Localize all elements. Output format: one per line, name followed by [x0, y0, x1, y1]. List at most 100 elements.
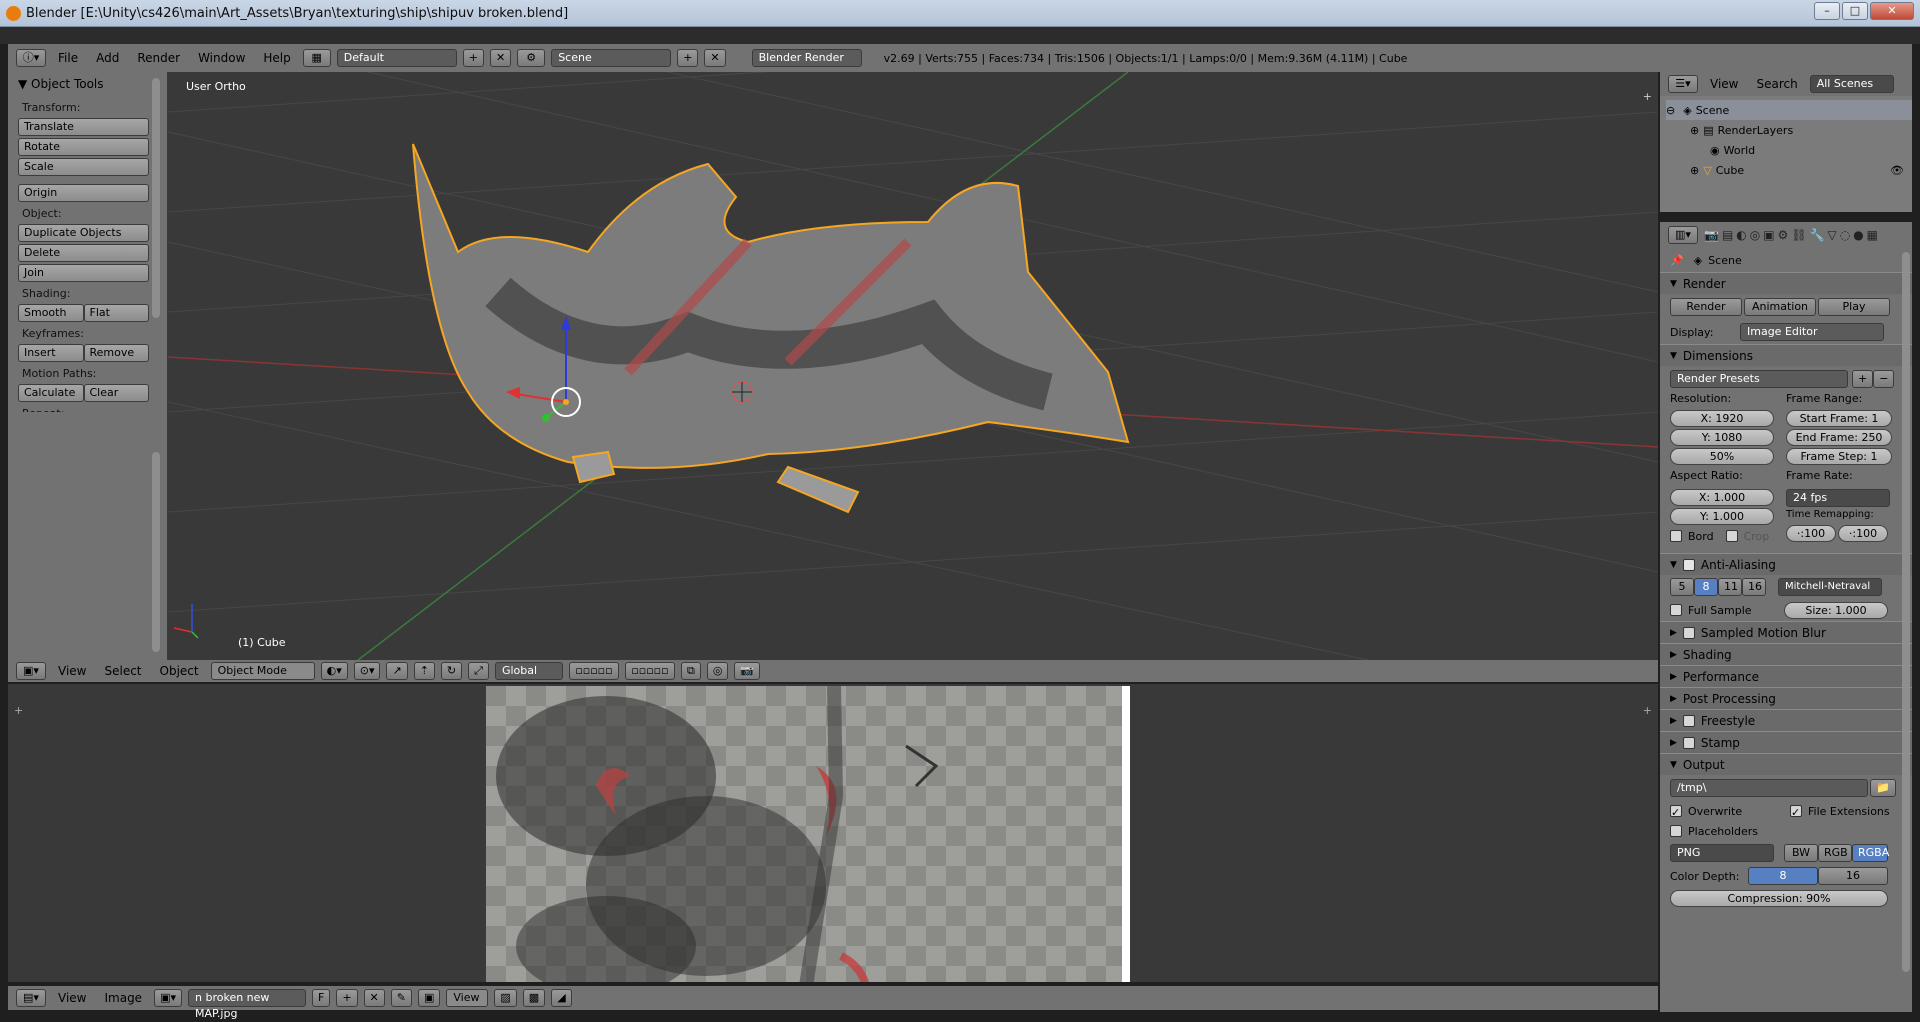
region-plus-icon[interactable]: + — [1643, 90, 1652, 103]
view3d-menu-select[interactable]: Select — [98, 664, 147, 678]
post-processing-panel-header[interactable]: ▶ Post Processing — [1660, 687, 1912, 709]
aa-samples-16[interactable]: 16 — [1742, 578, 1766, 596]
image-menu-image[interactable]: Image — [98, 991, 148, 1005]
editor-type-3d-icon[interactable]: ▣▾ — [16, 662, 46, 680]
crop-checkbox[interactable] — [1725, 530, 1738, 542]
output-panel-header[interactable]: ▼ Output — [1660, 753, 1912, 775]
alpha-icon[interactable]: ▩ — [522, 989, 546, 1007]
render-camera-icon[interactable]: 📷 — [734, 662, 761, 680]
image-menu-view[interactable]: View — [52, 991, 92, 1005]
properties-scrollbar[interactable] — [1902, 252, 1910, 972]
browse-image-icon[interactable]: ▣▾ — [154, 989, 182, 1007]
insert-keyframe-button[interactable]: Insert — [18, 344, 84, 362]
outliner-item-cube[interactable]: ⊕ ▽ Cube 👁 — [1666, 160, 1912, 180]
motion-blur-checkbox[interactable] — [1682, 626, 1695, 639]
animation-button[interactable]: Animation — [1744, 298, 1816, 316]
origin-button[interactable]: Origin — [18, 184, 149, 202]
maximize-button[interactable]: □ — [1842, 2, 1868, 20]
snap-icon[interactable]: ⧉ — [680, 662, 701, 680]
editor-type-outliner-icon[interactable]: ☰▾ — [1668, 75, 1698, 93]
aa-size-field[interactable]: Size: 1.000 — [1784, 601, 1888, 619]
menu-render[interactable]: Render — [131, 51, 186, 65]
compression-slider[interactable]: Compression: 90% — [1670, 889, 1888, 907]
frame-rate-select[interactable]: 24 fps — [1786, 489, 1890, 507]
placeholders-checkbox[interactable] — [1670, 825, 1682, 837]
3d-viewport[interactable]: User Ortho (1) Cube + — [168, 72, 1658, 660]
resolution-y-field[interactable]: Y: 1080 — [1670, 429, 1774, 446]
rotate-button[interactable]: Rotate — [18, 138, 149, 156]
unlink-image-icon[interactable]: ✕ — [363, 989, 385, 1007]
curve-icon[interactable]: ◢ — [551, 989, 572, 1007]
browse-folder-icon[interactable]: 📁 — [1870, 779, 1896, 797]
image-editor[interactable]: + + — [8, 684, 1658, 982]
file-extensions-checkbox[interactable]: ✓ — [1790, 805, 1802, 819]
full-sample-checkbox[interactable] — [1670, 604, 1682, 616]
image-name-field[interactable]: n broken new MAP.jpg — [188, 989, 306, 1020]
layers-grid-2-icon[interactable]: ▫▫▫▫▫ — [624, 662, 675, 680]
sampled-motion-blur-panel-header[interactable]: ▶ Sampled Motion Blur — [1660, 621, 1912, 643]
clear-button[interactable]: Clear — [83, 384, 149, 402]
smooth-button[interactable]: Smooth — [18, 304, 84, 322]
view3d-menu-object[interactable]: Object — [154, 664, 205, 678]
remove-scene-icon[interactable]: ✕ — [704, 49, 726, 67]
flat-button[interactable]: Flat — [83, 304, 149, 322]
editor-type-image-icon[interactable]: ▤▾ — [16, 989, 46, 1007]
dimensions-panel-header[interactable]: ▼ Dimensions — [1660, 344, 1912, 366]
new-image-icon[interactable]: + — [336, 989, 358, 1007]
layers-grid-1-icon[interactable]: ▫▫▫▫▫ — [568, 662, 619, 680]
scene-icon[interactable]: ⚙ — [517, 49, 546, 67]
scale-button[interactable]: Scale — [18, 158, 149, 176]
add-layout-icon[interactable]: + — [462, 49, 484, 67]
display-select[interactable]: Image Editor — [1740, 323, 1884, 341]
uv-region-plus-right-icon[interactable]: + — [1643, 704, 1652, 717]
render-engine-select[interactable]: Blender Render — [751, 49, 862, 67]
remove-keyframe-button[interactable]: Remove — [83, 344, 149, 362]
frame-step-field[interactable]: Frame Step: 1 — [1786, 448, 1892, 465]
view-mode-select[interactable]: View — [446, 989, 489, 1007]
color-bw-button[interactable]: BW — [1784, 844, 1818, 862]
image-mode-icon[interactable]: ▣ — [417, 989, 441, 1007]
shading-panel-header[interactable]: ▶ Shading — [1660, 643, 1912, 665]
menu-window[interactable]: Window — [192, 51, 251, 65]
fake-user-button[interactable]: F — [312, 989, 331, 1007]
pin-image-icon[interactable]: ✎ — [390, 989, 412, 1007]
color-rgba-button[interactable]: RGBA — [1852, 844, 1889, 862]
resolution-x-field[interactable]: X: 1920 — [1670, 410, 1774, 427]
editor-type-properties-icon[interactable]: ▥▾ — [1668, 226, 1698, 244]
render-presets-select[interactable]: Render Presets — [1670, 370, 1848, 388]
aa-samples-5[interactable]: 5 — [1670, 578, 1694, 596]
play-button[interactable]: Play — [1818, 298, 1890, 316]
transform-orientation-select[interactable]: Global — [494, 662, 563, 680]
output-path-field[interactable]: /tmp\ — [1670, 779, 1868, 797]
view3d-menu-view[interactable]: View — [52, 664, 92, 678]
freestyle-panel-header[interactable]: ▶ Freestyle — [1660, 709, 1912, 731]
aa-samples-11[interactable]: 11 — [1718, 578, 1742, 596]
object-tools-header[interactable]: ▼ Object Tools — [8, 72, 167, 96]
outliner-menu-search[interactable]: Search — [1750, 77, 1803, 91]
time-remap-new-field[interactable]: ·:100 — [1838, 525, 1888, 542]
tool-shelf-scrollbar[interactable] — [152, 78, 160, 318]
rotate-manipulator-icon[interactable]: ↻ — [440, 662, 463, 680]
editor-type-info-icon[interactable]: ⓘ▾ — [16, 49, 46, 67]
display-channels-icon[interactable]: ▨ — [494, 989, 517, 1007]
pivot-point-icon[interactable]: ⊙▾ — [353, 662, 381, 680]
color-depth-8-button[interactable]: 8 — [1748, 867, 1818, 885]
uv-region-plus-icon[interactable]: + — [14, 704, 23, 717]
menu-add[interactable]: Add — [90, 51, 125, 65]
viewport-shading-icon[interactable]: ◐▾ — [320, 662, 348, 680]
add-scene-icon[interactable]: + — [677, 49, 699, 67]
screen-layout-icon[interactable]: ▦ — [302, 49, 331, 67]
outliner-item-scene[interactable]: ⊖ ◈ Scene — [1666, 100, 1912, 120]
resolution-percent-field[interactable]: 50% — [1670, 448, 1774, 465]
remove-layout-icon[interactable]: ✕ — [489, 49, 512, 67]
aa-samples-8[interactable]: 8 — [1694, 578, 1718, 596]
border-checkbox[interactable] — [1670, 530, 1682, 542]
duplicate-objects-button[interactable]: Duplicate Objects — [18, 224, 149, 242]
stamp-panel-header[interactable]: ▶ Stamp — [1660, 731, 1912, 753]
delete-button[interactable]: Delete — [18, 244, 149, 262]
add-preset-icon[interactable]: + — [1852, 370, 1874, 388]
color-rgb-button[interactable]: RGB — [1818, 844, 1852, 862]
properties-context-tabs-icon[interactable]: 📷▤◐◎▣⚙⛓🔧▽◌●▦ — [1704, 228, 1881, 242]
outliner-menu-view[interactable]: View — [1704, 77, 1744, 91]
stamp-checkbox[interactable] — [1682, 736, 1695, 749]
